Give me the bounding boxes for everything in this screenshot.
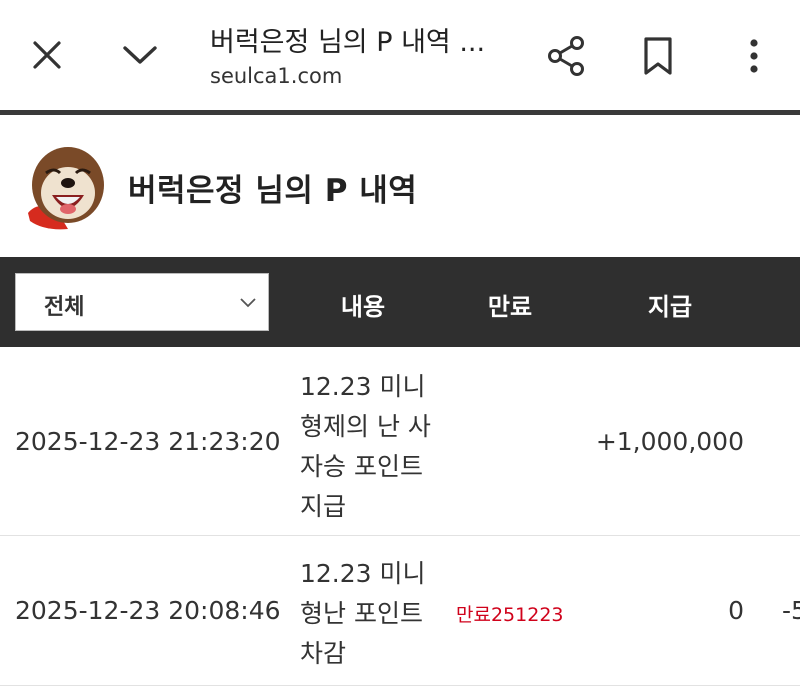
- browser-url: seulca1.com: [210, 64, 343, 88]
- table-row: 2025-12-23 20:08:46 12.23 미니형난 포인트 차감 만료…: [0, 536, 800, 686]
- close-icon[interactable]: [22, 30, 72, 80]
- row-date: 2025-12-23 21:23:20: [15, 427, 281, 456]
- chevron-down-icon[interactable]: [115, 30, 165, 80]
- share-icon[interactable]: [540, 30, 592, 82]
- column-header-content: 내용: [340, 293, 386, 321]
- browser-top-bar: 버럭은정 님의 P 내역 ... seulca1.com: [0, 0, 800, 110]
- chevron-down-icon: [238, 292, 258, 312]
- column-header-pay: 지급: [647, 293, 693, 321]
- more-vert-icon[interactable]: [728, 30, 780, 82]
- bookmark-icon[interactable]: [632, 30, 684, 82]
- row-date: 2025-12-23 20:08:46: [15, 596, 281, 625]
- page-header: 버럭은정 님의 P 내역: [0, 115, 800, 257]
- row-pay-amount: +1,000,000: [595, 427, 744, 456]
- page-title: 버럭은정 님의 P 내역: [128, 173, 418, 209]
- column-header-expire: 만료: [487, 293, 533, 321]
- table-header: 전체 내용 만료 지급: [0, 257, 800, 347]
- avatar: [22, 143, 108, 233]
- row-description: 12.23 미니형난 포인트 차감: [300, 559, 426, 668]
- filter-selected-value: 전체: [44, 295, 85, 320]
- filter-select[interactable]: 전체: [15, 273, 269, 331]
- row-pay-amount: 0: [728, 596, 744, 625]
- row-deduct-amount: -5: [782, 596, 800, 625]
- row-expire: 만료251223: [456, 604, 564, 626]
- table-row: 2025-12-23 21:23:20 12.23 미니 형제의 난 사자승 포…: [0, 347, 800, 536]
- browser-page-title: 버럭은정 님의 P 내역 ...: [210, 27, 486, 58]
- row-description: 12.23 미니 형제의 난 사자승 포인트지급: [300, 372, 431, 521]
